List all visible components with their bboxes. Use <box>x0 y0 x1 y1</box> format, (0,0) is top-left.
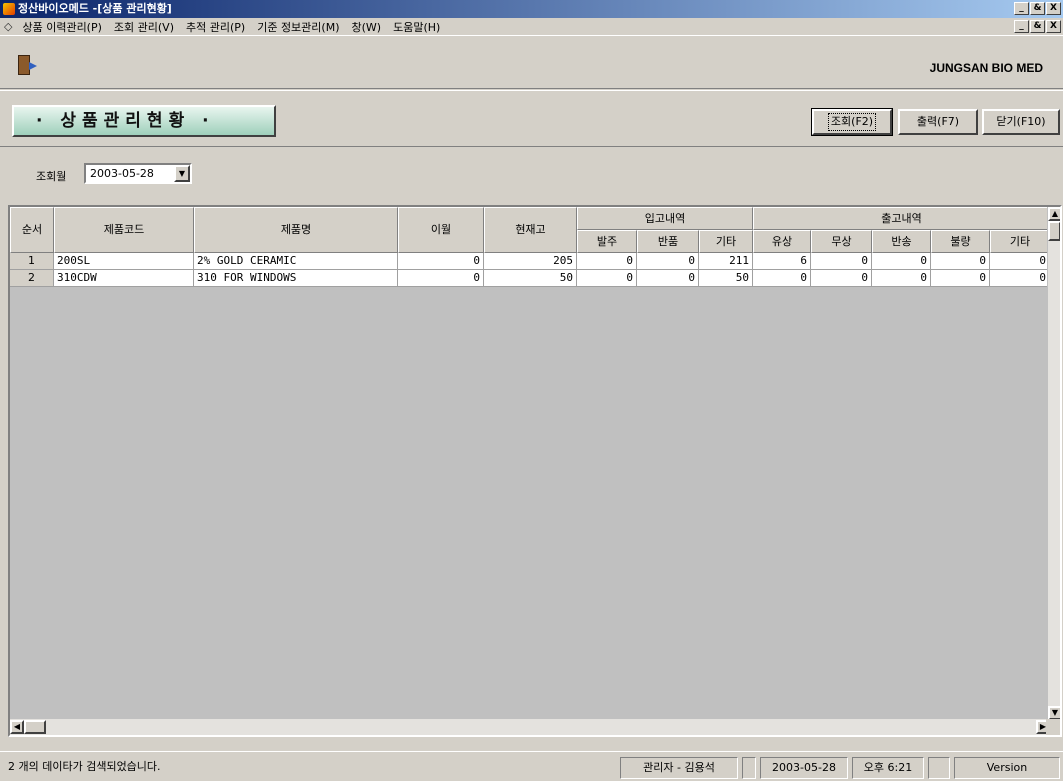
row-out-etc: 0 <box>990 253 1050 270</box>
close-button[interactable]: 닫기(F10) <box>982 109 1060 135</box>
menu-help[interactable]: 도움말(H) <box>387 19 446 35</box>
vertical-scroll-thumb[interactable] <box>1048 221 1060 241</box>
horizontal-scroll-thumb[interactable] <box>24 720 46 734</box>
row-in-return: 0 <box>637 270 699 287</box>
menu-master-data[interactable]: 기준 정보관리(M) <box>251 19 345 35</box>
status-date: 2003-05-28 <box>760 757 848 779</box>
horizontal-scrollbar[interactable]: ◀ ▶ <box>10 719 1050 735</box>
row-stock: 50 <box>484 270 577 287</box>
mdi-restore-button[interactable]: & <box>1030 20 1045 33</box>
table-row[interactable]: 2 310CDW 310 FOR WINDOWS 0 50 0 0 50 0 0… <box>10 270 1050 287</box>
status-bar: 2 개의 데이타가 검색되었습니다. 관리자 - 김용석 2003-05-28 … <box>0 751 1063 781</box>
col-group-outbound[interactable]: 출고내역 <box>753 207 1050 230</box>
grid-header: 순서 제품코드 제품명 이월 현재고 입고내역 발주 반품 기타 출고내역 유상… <box>10 207 1050 253</box>
header-panel: · 상품관리현황 · 조회(F2) 출력(F7) 닫기(F10) <box>0 90 1063 145</box>
row-code: 310CDW <box>54 270 194 287</box>
row-name: 2% GOLD CERAMIC <box>194 253 398 270</box>
mdi-minimize-button[interactable]: _ <box>1014 20 1029 33</box>
page-title: · 상품관리현황 · <box>12 105 276 137</box>
brand-name: JUNGSAN BIO MED <box>929 61 1043 75</box>
col-group-inbound[interactable]: 입고내역 <box>577 207 753 230</box>
minimize-button[interactable]: _ <box>1014 2 1029 15</box>
scroll-left-icon[interactable]: ◀ <box>10 720 24 734</box>
col-out-defect[interactable]: 불량 <box>931 230 990 253</box>
col-out-paid[interactable]: 유상 <box>753 230 811 253</box>
col-in-etc[interactable]: 기타 <box>699 230 753 253</box>
col-seq[interactable]: 순서 <box>10 207 54 253</box>
col-in-order[interactable]: 발주 <box>577 230 637 253</box>
search-button-label: 조회(F2) <box>827 113 877 131</box>
chevron-down-icon[interactable]: ▼ <box>174 165 190 182</box>
search-button[interactable]: 조회(F2) <box>811 108 893 136</box>
close-button-label: 닫기(F10) <box>996 115 1046 128</box>
vertical-scrollbar[interactable]: ▲ ▼ <box>1047 207 1060 720</box>
row-in-order: 0 <box>577 270 637 287</box>
scroll-down-icon[interactable]: ▼ <box>1048 706 1060 720</box>
window-titlebar[interactable]: 정산바이오메드 -[상품 관리현황] _ & X <box>0 0 1063 18</box>
row-out-paid: 6 <box>753 253 811 270</box>
toolbar: JUNGSAN BIO MED <box>0 37 1063 89</box>
menu-tracking[interactable]: 추적 관리(P) <box>180 19 251 35</box>
app-icon <box>3 3 15 15</box>
row-stock: 205 <box>484 253 577 270</box>
row-seq: 2 <box>10 270 54 287</box>
inventory-grid[interactable]: 순서 제품코드 제품명 이월 현재고 입고내역 발주 반품 기타 출고내역 유상… <box>8 205 1062 737</box>
row-in-return: 0 <box>637 253 699 270</box>
exit-door-icon[interactable] <box>18 55 37 75</box>
col-carry[interactable]: 이월 <box>398 207 484 253</box>
mdi-child-icon[interactable]: ◇ <box>4 20 12 33</box>
row-out-defect: 0 <box>931 253 990 270</box>
row-out-return: 0 <box>872 253 931 270</box>
status-user: 관리자 - 김용석 <box>620 757 738 779</box>
month-label: 조회월 <box>36 170 67 183</box>
col-stock[interactable]: 현재고 <box>484 207 577 253</box>
row-out-free: 0 <box>811 270 872 287</box>
status-message: 2 개의 데이타가 검색되었습니다. <box>8 760 161 773</box>
scroll-corner <box>1046 719 1060 735</box>
col-code[interactable]: 제품코드 <box>54 207 194 253</box>
menu-window[interactable]: 창(W) <box>346 19 388 35</box>
row-out-defect: 0 <box>931 270 990 287</box>
scroll-up-icon[interactable]: ▲ <box>1048 207 1060 221</box>
mdi-controls: _ & X <box>1014 20 1061 33</box>
row-name: 310 FOR WINDOWS <box>194 270 398 287</box>
filter-panel: 조회월 2003-05-28 ▼ <box>0 146 1063 200</box>
status-time: 오후 6:21 <box>852 757 924 779</box>
col-in-return[interactable]: 반품 <box>637 230 699 253</box>
row-code: 200SL <box>54 253 194 270</box>
status-spacer-2 <box>928 757 950 779</box>
col-out-return[interactable]: 반송 <box>872 230 931 253</box>
print-button-label: 출력(F7) <box>916 115 960 128</box>
month-date-picker[interactable]: 2003-05-28 ▼ <box>84 163 192 184</box>
status-spacer <box>742 757 756 779</box>
row-out-paid: 0 <box>753 270 811 287</box>
window-controls: _ & X <box>1014 2 1061 15</box>
menubar: ◇ 상품 이력관리(P) 조회 관리(V) 추적 관리(P) 기준 정보관리(M… <box>0 18 1063 36</box>
row-in-order: 0 <box>577 253 637 270</box>
col-out-etc[interactable]: 기타 <box>990 230 1050 253</box>
row-out-return: 0 <box>872 270 931 287</box>
row-seq: 1 <box>10 253 54 270</box>
menu-product-history[interactable]: 상품 이력관리(P) <box>16 19 107 35</box>
table-row[interactable]: 1 200SL 2% GOLD CERAMIC 0 205 0 0 211 6 … <box>10 253 1050 270</box>
status-version: Version <box>954 757 1060 779</box>
restore-button[interactable]: & <box>1030 2 1045 15</box>
mdi-close-button[interactable]: X <box>1046 20 1061 33</box>
row-out-free: 0 <box>811 253 872 270</box>
row-out-etc: 0 <box>990 270 1050 287</box>
print-button[interactable]: 출력(F7) <box>898 109 978 135</box>
close-window-button[interactable]: X <box>1046 2 1061 15</box>
row-in-etc: 50 <box>699 270 753 287</box>
row-carry: 0 <box>398 270 484 287</box>
col-out-free[interactable]: 무상 <box>811 230 872 253</box>
month-date-value: 2003-05-28 <box>90 167 154 180</box>
col-name[interactable]: 제품명 <box>194 207 398 253</box>
window-title: 정산바이오메드 -[상품 관리현황] <box>18 2 172 15</box>
row-in-etc: 211 <box>699 253 753 270</box>
row-carry: 0 <box>398 253 484 270</box>
menu-query[interactable]: 조회 관리(V) <box>108 19 180 35</box>
